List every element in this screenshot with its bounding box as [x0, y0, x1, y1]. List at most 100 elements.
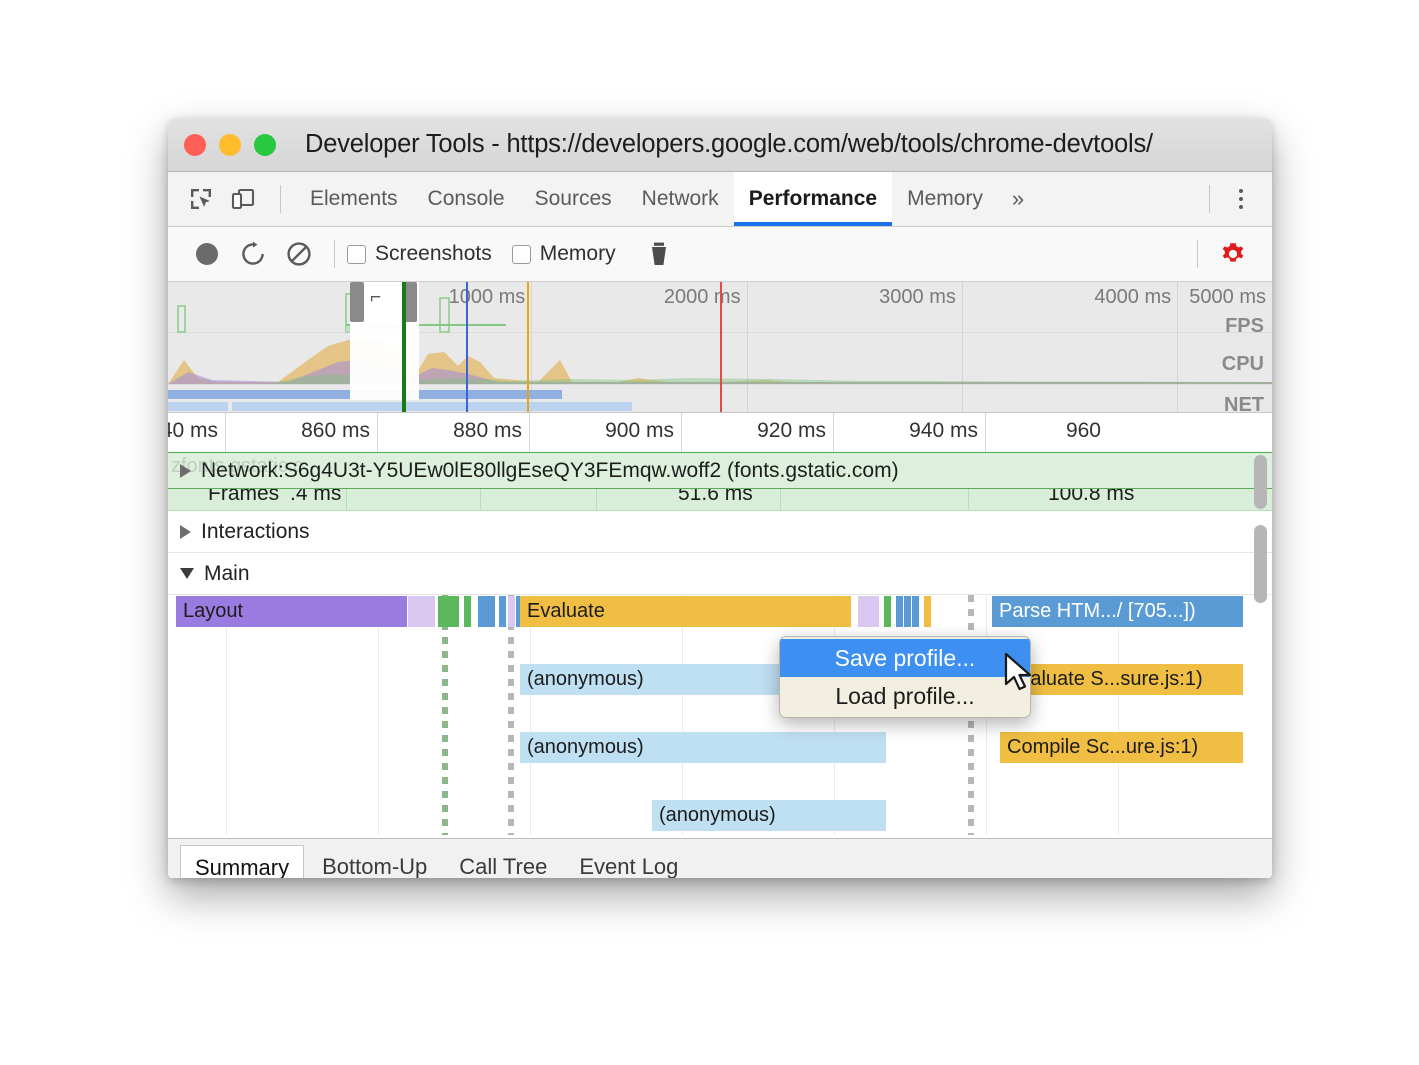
window-titlebar: Developer Tools - https://developers.goo…	[168, 118, 1272, 172]
marker-load-red	[720, 282, 722, 412]
performance-toolbar: Screenshots Memory	[168, 227, 1272, 282]
ruler-tick-label: 920 ms	[757, 419, 826, 443]
network-request-label: :S6g4U3t-Y5UEw0lE80llgEseQY3FEmqw.woff2 …	[278, 459, 899, 483]
flame-bar[interactable]	[904, 596, 912, 627]
ruler-tick-2: 880 ms	[378, 413, 530, 452]
flame-bar[interactable]: Layout	[176, 596, 408, 627]
flame-row[interactable]: (anonymous)	[168, 799, 1272, 833]
flame-bar[interactable]	[464, 596, 472, 627]
flame-bar-compile-script[interactable]: Compile Sc...ure.js:1)	[1000, 732, 1244, 763]
frame-duration-2: 51.6 ms	[678, 489, 753, 506]
tab-bottom-up[interactable]: Bottom-Up	[308, 845, 441, 879]
close-button[interactable]	[184, 134, 206, 156]
toolbar-divider	[280, 185, 281, 213]
record-circle-icon[interactable]	[184, 231, 230, 277]
track-frames-label: Frames	[208, 489, 279, 506]
tab-memory[interactable]: Memory	[892, 172, 998, 226]
memory-checkbox[interactable]: Memory	[512, 242, 616, 266]
overview-selection-glyph: ⌐	[370, 287, 381, 309]
bottom-tabbar-filler	[696, 839, 1272, 878]
flame-bar[interactable]	[408, 596, 436, 627]
mouse-cursor-icon	[1004, 652, 1038, 696]
flame-bar[interactable]	[912, 596, 920, 627]
overview-selection-handle-left[interactable]	[350, 282, 364, 322]
chevron-down-icon[interactable]	[180, 568, 194, 579]
flame-bar[interactable]	[858, 596, 880, 627]
track-interactions-label: Interactions	[201, 520, 310, 544]
flame-bar[interactable]	[924, 596, 932, 627]
context-menu[interactable]: Save profile... Load profile...	[779, 636, 1031, 718]
flame-bar[interactable]	[438, 596, 460, 627]
toolbar-divider-right	[1209, 185, 1210, 213]
ruler-tick-label: 40 ms	[168, 419, 218, 443]
tab-network[interactable]: Network	[627, 172, 734, 226]
chevron-right-icon[interactable]	[180, 525, 191, 539]
flame-bar[interactable]	[508, 596, 516, 627]
zoom-button[interactable]	[254, 134, 276, 156]
bottom-tabbar: Summary Bottom-Up Call Tree Event Log	[168, 838, 1272, 878]
inspect-element-icon[interactable]	[182, 180, 220, 218]
flame-bar[interactable]	[884, 596, 892, 627]
screenshots-checkbox-box[interactable]	[347, 245, 366, 264]
tabbar-right-group	[1195, 182, 1258, 216]
tab-event-log[interactable]: Event Log	[565, 845, 692, 879]
window-title: Developer Tools - https://developers.goo…	[305, 130, 1153, 159]
track-network[interactable]: zfonts.gstatic.c Network :S6g4U3t-Y5UEw0…	[168, 453, 1272, 489]
flame-bar-evaluate[interactable]: Evaluate	[520, 596, 852, 627]
overview-timeline[interactable]: 1000 ms 2000 ms 3000 ms 4000 ms 5000 ms …	[168, 282, 1272, 413]
ruler-tick-1: 860 ms	[226, 413, 378, 452]
flame-bar-anonymous[interactable]: (anonymous)	[652, 800, 887, 831]
flame-bar[interactable]	[499, 596, 507, 627]
flame-bar[interactable]	[896, 596, 904, 627]
flame-row[interactable]: (anonymous) Evaluate S...sure.js:1)	[168, 663, 1272, 697]
ruler-tick-label: 940 ms	[909, 419, 978, 443]
flame-bar-parse-html[interactable]: Parse HTM.../ [705...])	[992, 596, 1244, 627]
tab-elements[interactable]: Elements	[295, 172, 413, 226]
timeline-ruler[interactable]: 40 ms 860 ms 880 ms 900 ms 920 ms 940 ms…	[168, 413, 1272, 453]
tracks-scrollbar-thumb-top[interactable]	[1254, 455, 1267, 509]
clear-icon[interactable]	[276, 231, 322, 277]
device-toolbar-icon[interactable]	[224, 180, 262, 218]
trash-icon[interactable]	[636, 231, 682, 277]
ruler-tick-0: 40 ms	[168, 413, 226, 452]
track-frames[interactable]: Frames .4 ms 51.6 ms 100.8 ms	[168, 489, 1272, 511]
tab-performance[interactable]: Performance	[734, 172, 892, 226]
devtools-window: Developer Tools - https://developers.goo…	[168, 118, 1272, 878]
tab-summary[interactable]: Summary	[180, 845, 304, 879]
ruler-tick-label: 860 ms	[301, 419, 370, 443]
screenshots-label: Screenshots	[375, 242, 492, 266]
memory-label: Memory	[540, 242, 616, 266]
kebab-menu-icon[interactable]	[1224, 182, 1258, 216]
tab-console[interactable]: Console	[413, 172, 520, 226]
frame-duration-3: 100.8 ms	[1048, 489, 1134, 506]
track-main[interactable]: Main	[168, 553, 1272, 595]
menu-item-load-profile[interactable]: Load profile...	[780, 677, 1030, 715]
track-interactions[interactable]: Interactions	[168, 511, 1272, 553]
flame-bar[interactable]	[488, 596, 496, 627]
flame-row[interactable]: (anonymous) Compile Sc...ure.js:1)	[168, 731, 1272, 765]
frame-divider	[480, 489, 481, 511]
ruler-tick-4: 920 ms	[682, 413, 834, 452]
marker-fmp	[527, 282, 529, 412]
frame-divider	[596, 489, 597, 511]
marker-load-blue	[466, 282, 468, 412]
ruler-tick-label: 960	[1066, 419, 1101, 443]
devtools-tabbar: Elements Console Sources Network Perform…	[168, 172, 1272, 227]
frame-divider	[780, 489, 781, 511]
tracks-scrollbar-thumb[interactable]	[1254, 525, 1267, 603]
tab-call-tree[interactable]: Call Tree	[445, 845, 561, 879]
menu-item-save-profile[interactable]: Save profile...	[780, 639, 1030, 677]
gear-icon[interactable]	[1210, 231, 1256, 277]
flame-chart-body[interactable]: Layout Evaluate	[168, 595, 1272, 835]
flame-chart-tracks[interactable]: zfonts.gstatic.c Network :S6g4U3t-Y5UEw0…	[168, 453, 1272, 838]
flame-row[interactable]: Layout Evaluate	[168, 595, 1272, 629]
flame-bar-anonymous[interactable]: (anonymous)	[520, 732, 887, 763]
more-tabs-button[interactable]: »	[998, 186, 1038, 212]
frame-divider	[346, 489, 347, 511]
memory-checkbox-box[interactable]	[512, 245, 531, 264]
reload-record-icon[interactable]	[230, 231, 276, 277]
minimize-button[interactable]	[219, 134, 241, 156]
ruler-tick-label: 880 ms	[453, 419, 522, 443]
tab-sources[interactable]: Sources	[520, 172, 627, 226]
screenshots-checkbox[interactable]: Screenshots	[347, 242, 492, 266]
